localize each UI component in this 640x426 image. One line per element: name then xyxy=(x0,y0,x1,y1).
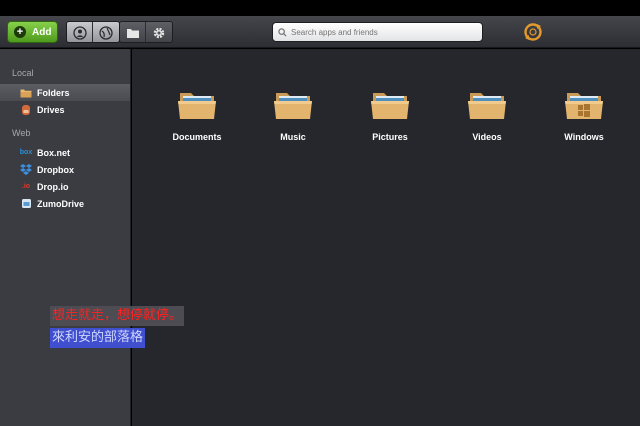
folder-icon xyxy=(371,93,409,119)
globe-icon xyxy=(99,26,113,40)
sidebar-item-dropio[interactable]: .io Drop.io xyxy=(0,178,130,195)
zumodrive-icon xyxy=(20,198,32,210)
sidebar-item-label: Drives xyxy=(37,104,65,115)
windows-folder-icon xyxy=(565,93,603,119)
folder-label: Windows xyxy=(564,132,604,142)
folder-icon xyxy=(274,93,312,119)
folder-label: Videos xyxy=(472,132,502,142)
folder-icon xyxy=(20,87,32,99)
sidebar-item-zumodrive[interactable]: ZumoDrive xyxy=(0,195,130,212)
search-icon xyxy=(278,27,287,37)
mode-toggle-group xyxy=(119,21,173,43)
dropbox-icon xyxy=(20,164,32,176)
folder-documents[interactable]: Documents xyxy=(152,87,242,142)
add-button-label: Add xyxy=(32,26,52,38)
search-box[interactable] xyxy=(272,22,483,42)
folder-videos[interactable]: Videos xyxy=(442,87,532,142)
sidebar-item-label: Folders xyxy=(37,87,70,98)
settings-button[interactable] xyxy=(146,22,172,42)
dropio-icon: .io xyxy=(21,183,31,190)
search-input[interactable] xyxy=(291,27,471,37)
sidebar-item-drives[interactable]: Drives xyxy=(0,101,130,118)
profile-icon xyxy=(72,26,87,40)
sidebar-item-boxnet[interactable]: box Box.net xyxy=(0,144,130,161)
folder-grid: Documents Music Pictures Videos Windows xyxy=(132,49,640,426)
sidebar-item-label: Dropbox xyxy=(37,164,74,175)
folders-mode-button[interactable] xyxy=(120,22,146,42)
sidebar-item-dropbox[interactable]: Dropbox xyxy=(0,161,130,178)
folder-label: Documents xyxy=(172,132,222,142)
folder-music[interactable]: Music xyxy=(248,87,338,142)
top-toolbar: + Add xyxy=(0,16,640,48)
folder-pictures[interactable]: Pictures xyxy=(345,87,435,142)
globe-view-button[interactable] xyxy=(93,22,119,42)
sidebar-item-label: ZumoDrive xyxy=(37,198,85,209)
gear-icon xyxy=(153,27,165,39)
sidebar-item-folders[interactable]: Folders xyxy=(0,84,130,101)
section-label-web: Web xyxy=(12,128,31,138)
plus-icon: + xyxy=(14,26,26,38)
drive-icon xyxy=(20,104,32,116)
folder-windows[interactable]: Windows xyxy=(539,87,629,142)
overlay-caption-line1: 想走就走，想停就停。 xyxy=(50,306,185,326)
folder-icon xyxy=(126,29,139,38)
folder-label: Pictures xyxy=(372,132,408,142)
sidebar: Local Folders Drives Web box Box.net Dro… xyxy=(0,49,131,426)
folder-icon xyxy=(178,93,216,119)
boxnet-icon: box xyxy=(19,149,33,156)
folder-label: Music xyxy=(280,132,306,142)
sidebar-item-label: Drop.io xyxy=(37,181,69,192)
view-toggle-group xyxy=(66,21,120,43)
sidebar-item-label: Box.net xyxy=(37,147,71,158)
section-label-local: Local xyxy=(12,68,34,78)
folder-icon xyxy=(468,93,506,119)
add-button[interactable]: + Add xyxy=(7,21,58,43)
profile-view-button[interactable] xyxy=(67,22,93,42)
sync-icon[interactable] xyxy=(522,21,544,43)
overlay-caption-line2: 來利安的部落格 xyxy=(50,328,146,348)
